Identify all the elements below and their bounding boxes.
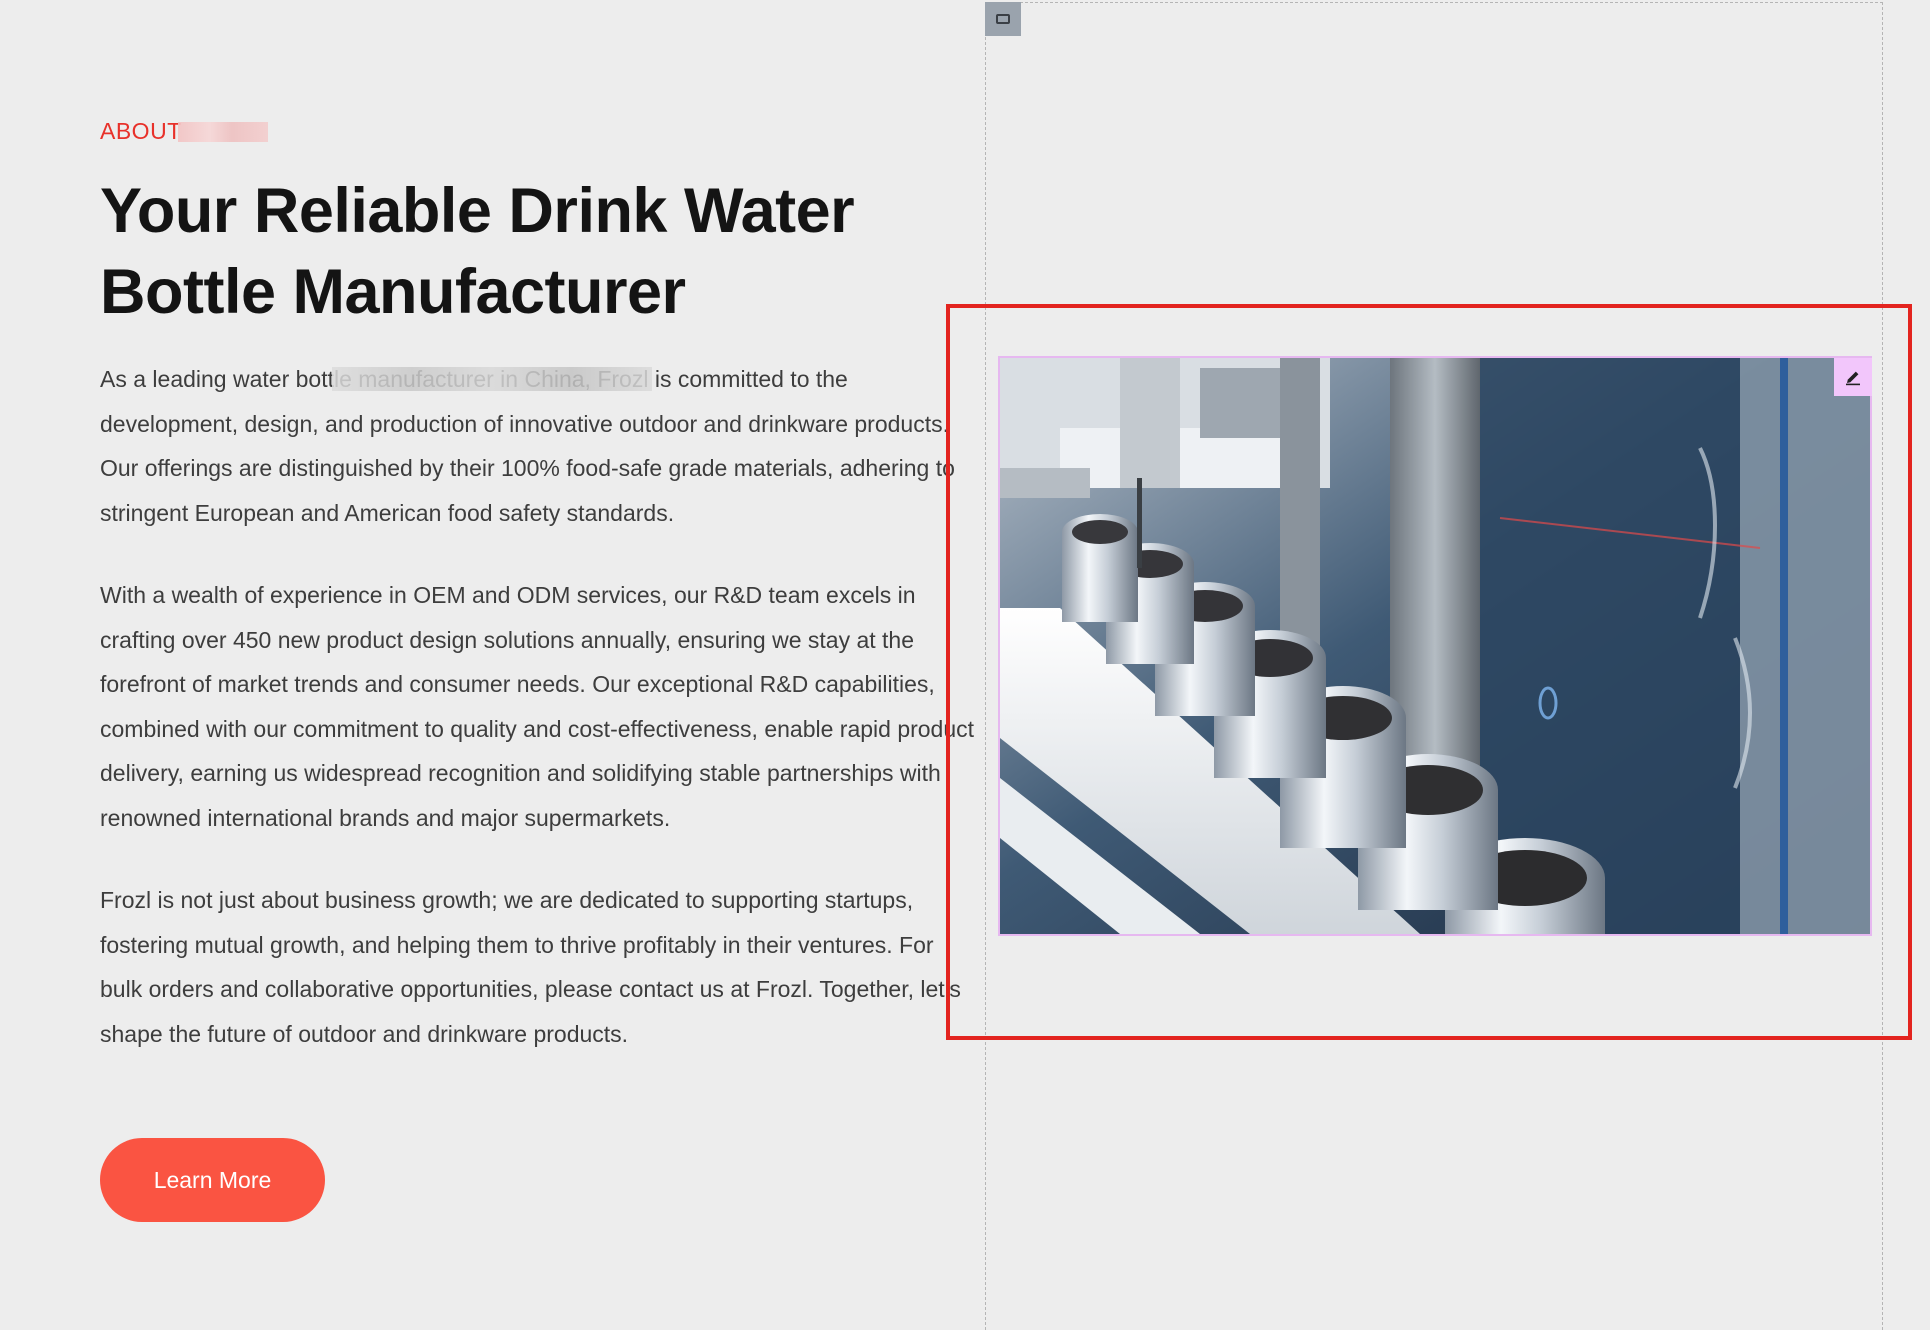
rnd-paragraph: With a wealth of experience in OEM and O… [100, 582, 975, 831]
redacted-text [177, 121, 268, 142]
pencil-glyph [1846, 371, 1860, 386]
pencil-icon[interactable] [1834, 358, 1872, 396]
block-layout-icon[interactable] [985, 2, 1021, 36]
about-section: ABOUT Your Reliable Drink Water Bottle M… [100, 118, 980, 1056]
startups-paragraph: Frozl is not just about business growth;… [100, 887, 961, 1047]
section-eyebrow: ABOUT [100, 118, 980, 145]
learn-more-button[interactable]: Learn More [100, 1138, 325, 1222]
eyebrow-text: ABOUT [100, 118, 182, 144]
can-production-line-photo [1000, 358, 1870, 934]
block-glyph [996, 14, 1010, 24]
product-image[interactable] [998, 356, 1872, 936]
page-title: Your Reliable Drink Water Bottle Manufac… [100, 176, 855, 327]
intro-paragraph: As a leading water bottle manufacturer i… [100, 357, 980, 535]
redacted-text [332, 367, 652, 391]
